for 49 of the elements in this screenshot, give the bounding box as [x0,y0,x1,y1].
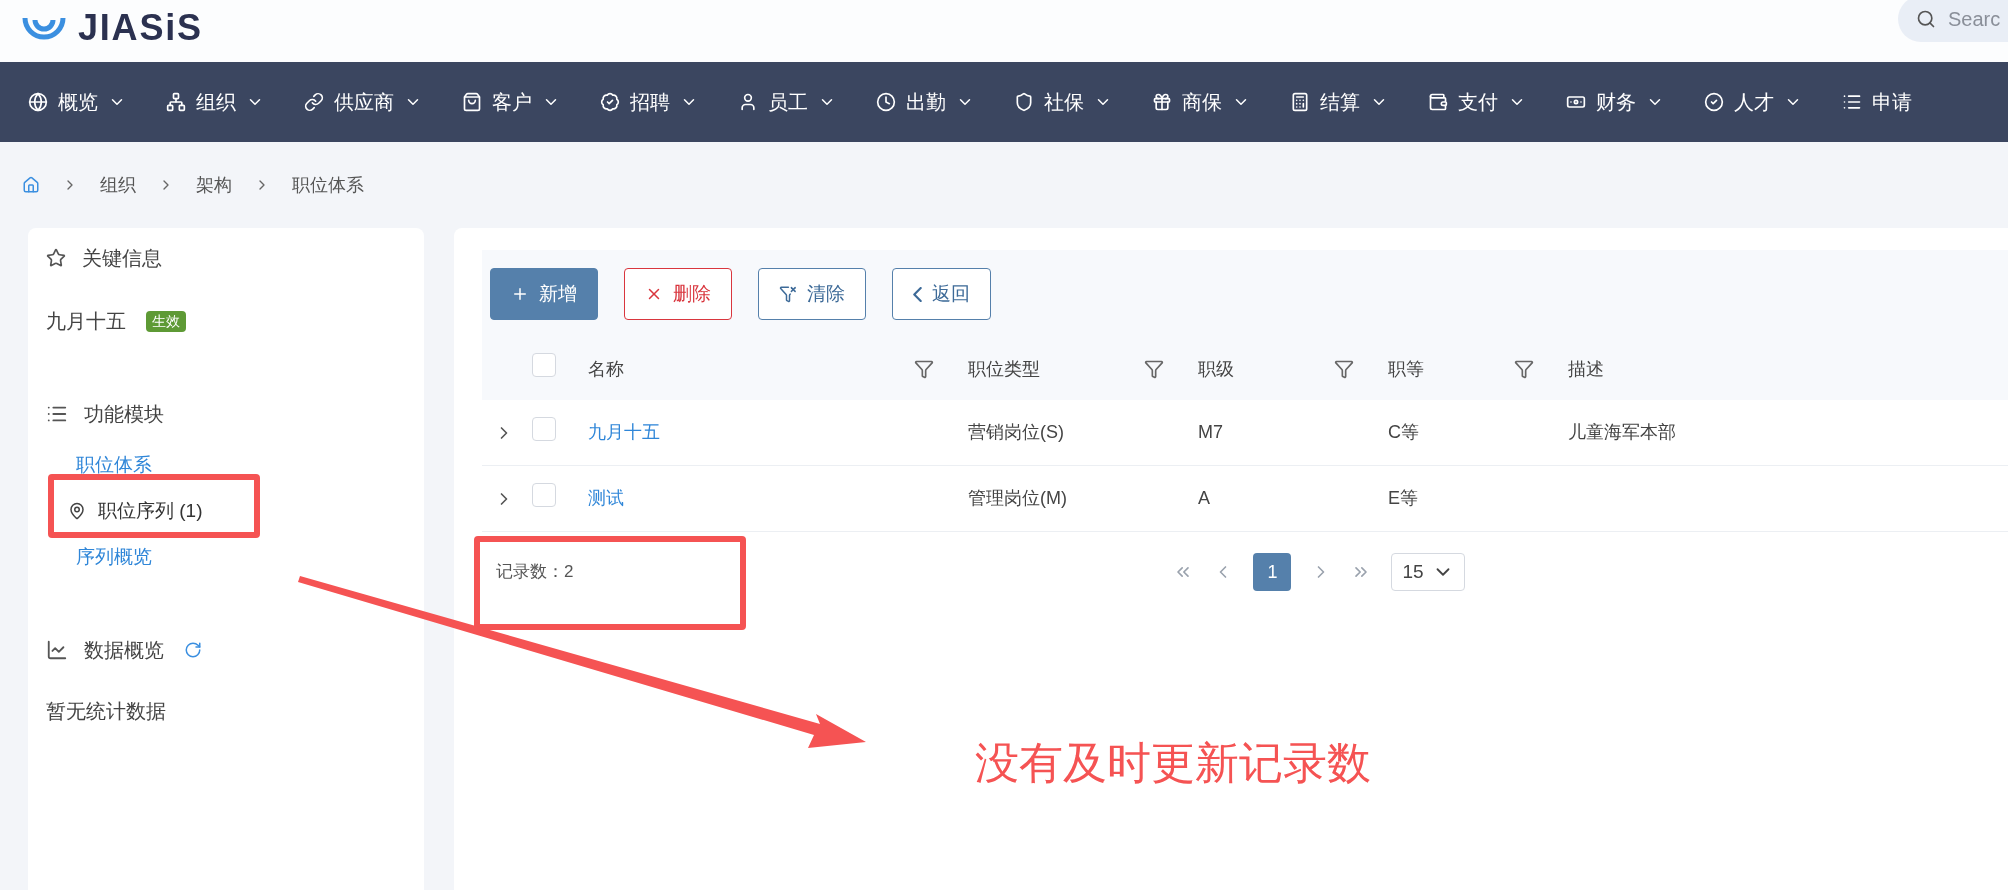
empty-message: 暂无统计数据 [46,699,166,724]
section-title: 关键信息 [82,246,162,271]
name-link[interactable]: 测试 [588,485,624,512]
logo-text: JIASiS [78,10,203,46]
table-cell-text: A [1198,487,1210,510]
nav-menu-item[interactable]: 供应商 [304,87,422,117]
nav-menu-item[interactable]: 出勤 [876,87,974,117]
section-title: 数据概览 [84,638,164,663]
module-link[interactable]: 职位序列 (1) [98,496,203,526]
nav-menu-item[interactable]: 财务 [1566,87,1664,117]
breadcrumb-item[interactable]: 组织 [100,171,136,199]
nav-menu-item[interactable]: 商保 [1152,87,1250,117]
section-title: 功能模块 [84,402,164,427]
name-link[interactable]: 九月十五 [588,419,660,446]
table-cell-text: 营销岗位(S) [968,421,1064,444]
nav-menu-item[interactable]: 社保 [1014,87,1112,117]
nav-menu-item[interactable]: 员工 [738,87,836,117]
breadcrumb-item[interactable]: 架构 [196,171,232,199]
column-header: 描述 [1567,357,1604,381]
toolbar-button[interactable]: 新增 [490,268,598,320]
annotation-text: 没有及时更新记录数 [975,737,1371,789]
toolbar-button[interactable]: 清除 [758,268,866,320]
toolbar-button[interactable]: 返回 [892,268,991,320]
table-cell-text: M7 [1198,421,1223,444]
record-count: 记录数：2 [496,561,574,584]
nav-menu-item[interactable]: 概览 [28,87,126,117]
nav-menu-item[interactable]: 申请 [1842,87,1912,117]
column-header: 职位类型 [967,357,1040,381]
status-badge: 生效 [146,310,186,332]
column-header: 职级 [1197,357,1234,381]
nav-menu-item[interactable]: 组织 [166,87,264,117]
table-cell-text: 儿童海军本部 [1568,421,1676,444]
module-link[interactable]: 序列概览 [76,542,152,572]
column-header: 名称 [587,357,624,381]
nav-menu-item[interactable]: 人才 [1704,87,1802,117]
page-button[interactable]: 1 [1253,553,1292,591]
module-link[interactable]: 职位体系 [76,450,152,480]
toolbar-button[interactable]: 删除 [624,268,732,320]
table-cell-text: C等 [1388,421,1419,444]
nav-menu-item[interactable]: 招聘 [600,87,698,117]
record-name: 九月十五 [46,309,126,334]
page-size-select[interactable]: 15 [1391,553,1465,591]
nav-menu-item[interactable]: 支付 [1428,87,1526,117]
nav-menu-item[interactable]: 结算 [1290,87,1388,117]
nav-menu-item[interactable]: 客户 [462,87,560,117]
breadcrumb-item[interactable]: 职位体系 [292,171,364,199]
table-cell-text: 管理岗位(M) [968,487,1067,510]
table-cell-text: E等 [1388,487,1418,510]
column-header: 职等 [1387,357,1424,381]
